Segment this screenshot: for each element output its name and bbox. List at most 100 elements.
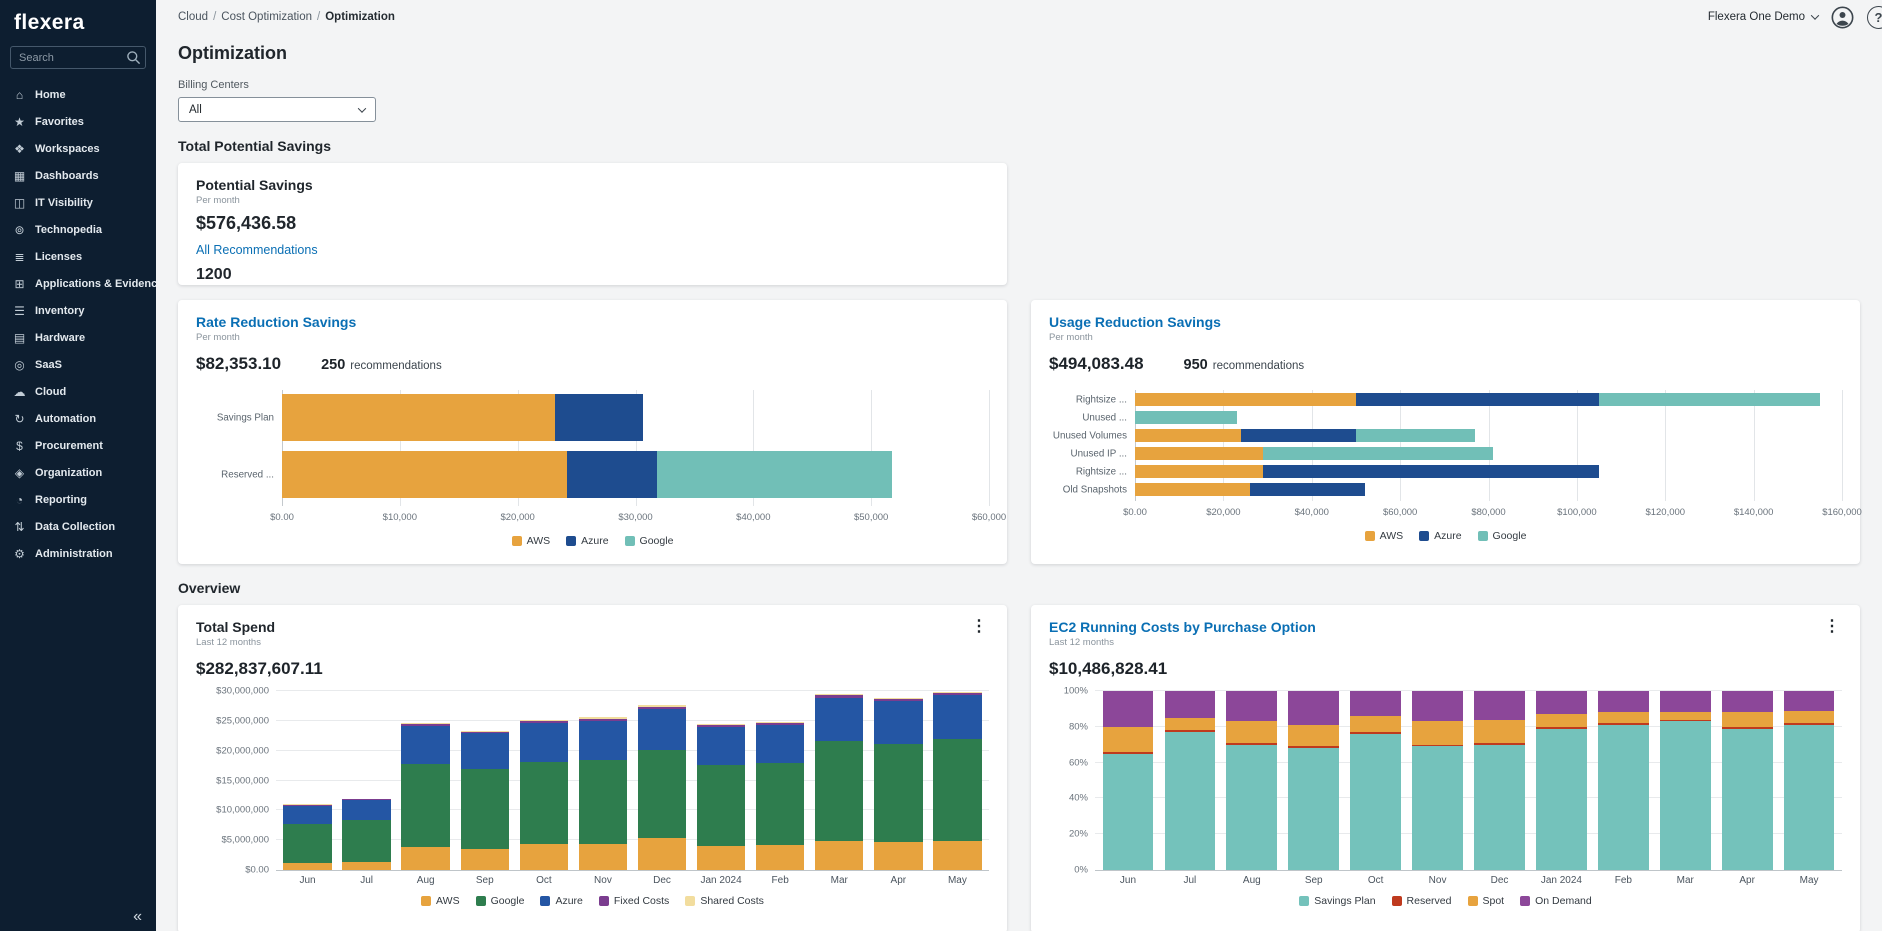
ec2-running-costs-title-link[interactable]: EC2 Running Costs by Purchase Option xyxy=(1049,619,1842,635)
bar-segment-on-demand xyxy=(1660,691,1711,712)
help-icon[interactable]: ? xyxy=(1867,6,1882,29)
legend-swatch-icon xyxy=(625,536,635,546)
bar-segment-on-demand xyxy=(1350,691,1401,716)
sidebar-item-cloud[interactable]: ☁Cloud xyxy=(0,378,156,405)
axis-tick-label: $160,000 xyxy=(1822,507,1862,518)
bar-segment-spot xyxy=(1350,716,1401,732)
legend-item-azure[interactable]: Azure xyxy=(540,895,582,907)
chart-category-label: Unused Volumes xyxy=(1053,430,1135,441)
breadcrumb-item-cloud[interactable]: Cloud xyxy=(178,11,208,23)
sidebar-item-home[interactable]: ⌂Home xyxy=(0,81,156,108)
legend-item-google[interactable]: Google xyxy=(625,535,674,547)
legend-label: Azure xyxy=(1434,530,1461,542)
account-menu[interactable]: Flexera One Demo xyxy=(1708,11,1818,23)
bar-slot-jan-2024 xyxy=(1530,691,1592,870)
bar-segment-google xyxy=(342,820,390,861)
sidebar-item-reporting[interactable]: ◔Reporting xyxy=(0,486,156,513)
sidebar-item-hardware[interactable]: ▤Hardware xyxy=(0,324,156,351)
bar-segment-aws xyxy=(579,844,627,870)
stacked-bar-jul xyxy=(1165,691,1216,870)
bar-segment-on-demand xyxy=(1226,691,1277,721)
technopedia-icon: ⊚ xyxy=(12,223,27,237)
legend-item-azure[interactable]: Azure xyxy=(1419,530,1461,542)
chart-category-label: Unused IP ... xyxy=(1071,448,1135,459)
sidebar-item-inventory[interactable]: ☰Inventory xyxy=(0,297,156,324)
sidebar-item-applications-evidence[interactable]: ⊞Applications & Evidence xyxy=(0,270,156,297)
sidebar-item-administration[interactable]: ⚙Administration xyxy=(0,540,156,567)
bar-slot-aug xyxy=(1221,691,1283,870)
bar-segment-aws xyxy=(933,841,981,870)
axis-tick-label: Jul xyxy=(337,875,396,886)
page-content: Optimization Billing Centers All Total P… xyxy=(156,34,1882,931)
sidebar-item-it-visibility[interactable]: ◫IT Visibility xyxy=(0,189,156,216)
billing-centers-select[interactable]: All xyxy=(178,97,376,122)
legend-item-google[interactable]: Google xyxy=(476,895,525,907)
card-menu-kebab-icon[interactable]: ⋮ xyxy=(967,617,991,637)
sidebar-collapse-button[interactable]: « xyxy=(133,909,142,925)
legend-item-on-demand[interactable]: On Demand xyxy=(1520,895,1592,907)
bar-slot-jun xyxy=(278,691,337,870)
bar-slot-dec xyxy=(1469,691,1531,870)
breadcrumb-item-cost-optimization[interactable]: Cost Optimization xyxy=(221,11,312,23)
legend-item-spot[interactable]: Spot xyxy=(1468,895,1505,907)
bar-segment-spot xyxy=(1103,727,1154,752)
sidebar-item-label: IT Visibility xyxy=(35,197,93,209)
user-avatar-icon[interactable] xyxy=(1831,6,1854,29)
axis-tick-label: $60,000 xyxy=(972,512,1006,523)
axis-tick-label: $10,000,000 xyxy=(216,805,269,816)
legend-item-azure[interactable]: Azure xyxy=(566,535,608,547)
sidebar-item-licenses[interactable]: ≣Licenses xyxy=(0,243,156,270)
axis-tick-label: Aug xyxy=(1221,875,1283,886)
chart-bar-row-rightsize-0: Rightsize ... xyxy=(1135,393,1842,406)
legend-label: On Demand xyxy=(1535,895,1592,907)
sidebar-item-automation[interactable]: ↻Automation xyxy=(0,405,156,432)
ec2-running-costs-period: Last 12 months xyxy=(1049,637,1842,648)
chart-category-label: Reserved ... xyxy=(221,469,282,480)
sidebar-item-saas[interactable]: ◎SaaS xyxy=(0,351,156,378)
chevron-down-icon xyxy=(358,104,366,112)
legend-label: Fixed Costs xyxy=(614,895,669,907)
sidebar-item-organization[interactable]: ◈Organization xyxy=(0,459,156,486)
sidebar-item-dashboards[interactable]: ▦Dashboards xyxy=(0,162,156,189)
bar-segment-aws xyxy=(874,842,922,870)
inventory-icon: ☰ xyxy=(12,304,27,318)
bar-slot-jan-2024 xyxy=(692,691,751,870)
recommendation-label: recommendations xyxy=(350,360,441,372)
stacked-bar-jan-2024 xyxy=(697,724,745,870)
legend-item-google[interactable]: Google xyxy=(1478,530,1527,542)
total-spend-period: Last 12 months xyxy=(196,637,989,648)
usage-reduction-title-link[interactable]: Usage Reduction Savings xyxy=(1049,314,1842,330)
applications-evidence-icon: ⊞ xyxy=(12,277,27,291)
all-recommendations-link[interactable]: All Recommendations xyxy=(196,243,318,257)
sidebar-item-favorites[interactable]: ★Favorites xyxy=(0,108,156,135)
sidebar-item-label: Automation xyxy=(35,413,96,425)
legend-item-aws[interactable]: AWS xyxy=(512,535,551,547)
legend-item-aws[interactable]: AWS xyxy=(1365,530,1404,542)
legend-item-shared-costs[interactable]: Shared Costs xyxy=(685,895,764,907)
bar-segment-spot xyxy=(1165,718,1216,731)
account-menu-label: Flexera One Demo xyxy=(1708,11,1805,23)
axis-tick-label: Jun xyxy=(278,875,337,886)
sidebar-item-label: Technopedia xyxy=(35,224,102,236)
legend-item-reserved[interactable]: Reserved xyxy=(1392,895,1452,907)
rate-reduction-title-link[interactable]: Rate Reduction Savings xyxy=(196,314,989,330)
card-menu-kebab-icon[interactable]: ⋮ xyxy=(1820,617,1844,637)
sidebar-item-technopedia[interactable]: ⊚ Technopedia xyxy=(0,216,156,243)
axis-tick-label: $120,000 xyxy=(1645,507,1685,518)
bar-segment-aws xyxy=(401,847,449,870)
sidebar-item-data-collection[interactable]: ⇅Data Collection xyxy=(0,513,156,540)
axis-tick-label: $100,000 xyxy=(1557,507,1597,518)
sidebar-item-label: Home xyxy=(35,89,66,101)
legend-item-aws[interactable]: AWS xyxy=(421,895,460,907)
x-axis: JunJulAugSepOctNovDecJan 2024FebMarAprMa… xyxy=(276,875,989,886)
bar-segment-savings-plan xyxy=(1784,725,1835,870)
legend-item-savings-plan[interactable]: Savings Plan xyxy=(1299,895,1375,907)
legend-item-fixed-costs[interactable]: Fixed Costs xyxy=(599,895,669,907)
sidebar-item-label: Organization xyxy=(35,467,102,479)
axis-tick-label: 20% xyxy=(1069,829,1088,840)
bar-segment-google xyxy=(283,824,331,863)
axis-tick-label: Jan 2024 xyxy=(1530,875,1592,886)
sidebar-item-workspaces[interactable]: ❖Workspaces xyxy=(0,135,156,162)
page-title: Optimization xyxy=(178,42,1860,64)
sidebar-item-procurement[interactable]: $Procurement xyxy=(0,432,156,459)
